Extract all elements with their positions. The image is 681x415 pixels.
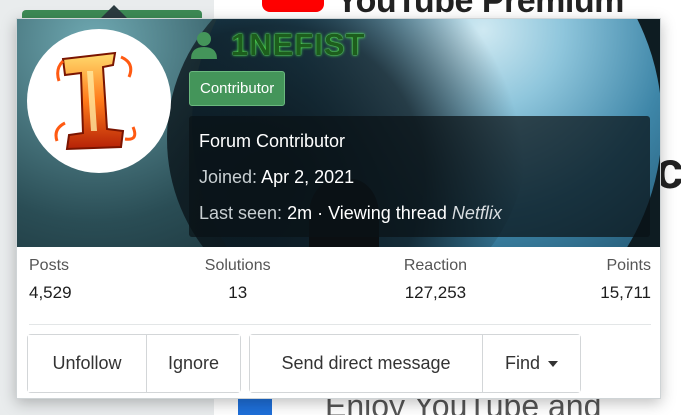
message-find-group: Send direct message Find bbox=[249, 334, 581, 393]
viewing-thread-link[interactable]: Netflix bbox=[452, 203, 502, 223]
username-link[interactable]: 1NEFIST bbox=[231, 27, 365, 63]
last-seen-label: Last seen: bbox=[199, 203, 283, 223]
member-stats: Posts 4,529 Solutions 13 Reaction 127,25… bbox=[29, 257, 651, 315]
user-icon bbox=[191, 32, 217, 59]
follow-ignore-group: Unfollow Ignore bbox=[27, 334, 241, 393]
unfollow-button[interactable]: Unfollow bbox=[28, 335, 146, 392]
chevron-down-icon bbox=[548, 360, 558, 367]
member-tooltip: 1NEFIST Contributor Forum Contributor Jo… bbox=[16, 18, 661, 399]
joined-label: Joined: bbox=[199, 167, 258, 187]
youtube-logo-icon bbox=[262, 0, 324, 12]
find-label: Find bbox=[504, 353, 540, 373]
avatar[interactable] bbox=[27, 29, 171, 173]
last-seen-row: Last seen: 2m · Viewing thread Netflix bbox=[199, 200, 640, 236]
ignore-button[interactable]: Ignore bbox=[146, 335, 240, 392]
stat-value: 4,529 bbox=[29, 283, 72, 302]
joined-date: Apr 2, 2021 bbox=[261, 167, 355, 187]
stat-reaction[interactable]: Reaction 127,253 bbox=[404, 257, 467, 315]
send-direct-message-button[interactable]: Send direct message bbox=[250, 335, 482, 392]
stat-solutions[interactable]: Solutions 13 bbox=[205, 257, 271, 315]
stat-label: Points bbox=[606, 257, 651, 274]
stat-value: 127,253 bbox=[404, 283, 467, 302]
username-row: 1NEFIST bbox=[189, 25, 365, 65]
profile-banner: 1NEFIST Contributor Forum Contributor Jo… bbox=[17, 19, 660, 247]
stat-label: Solutions bbox=[204, 257, 271, 274]
find-dropdown-button[interactable]: Find bbox=[482, 335, 580, 392]
last-seen-value: 2m · Viewing thread bbox=[287, 203, 447, 223]
stat-label: Posts bbox=[29, 257, 70, 274]
avatar-flame-one-icon bbox=[54, 51, 137, 151]
joined-row: Joined: Apr 2, 2021 bbox=[199, 164, 640, 200]
divider bbox=[29, 324, 651, 325]
stat-posts[interactable]: Posts 4,529 bbox=[29, 257, 72, 315]
member-info-box: Forum Contributor Joined: Apr 2, 2021 La… bbox=[189, 116, 650, 237]
user-banner-badge: Contributor bbox=[189, 71, 286, 106]
tooltip-arrow bbox=[101, 5, 127, 18]
user-title: Forum Contributor bbox=[199, 131, 346, 151]
stat-value: 15,711 bbox=[600, 283, 651, 302]
stat-value: 13 bbox=[228, 283, 248, 302]
member-actions: Unfollow Ignore Send direct message Find bbox=[27, 334, 581, 393]
stat-points[interactable]: Points 15,711 bbox=[600, 257, 651, 315]
stat-label: Reaction bbox=[403, 257, 467, 274]
